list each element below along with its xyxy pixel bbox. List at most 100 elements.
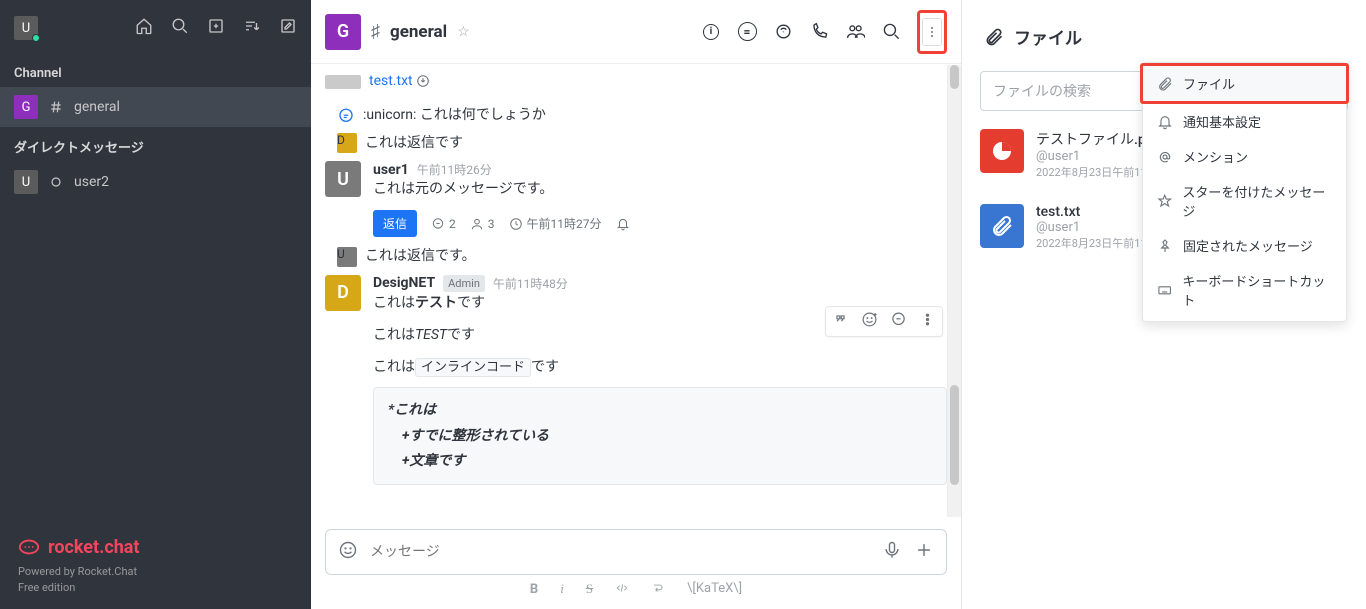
message-time: 午前11時48分 <box>493 275 568 292</box>
reply-text: これは返信です。 <box>365 245 476 269</box>
message-user: user1 <box>373 162 409 178</box>
format-bar: B i S \[KaTeX\] <box>325 575 947 605</box>
sort-icon[interactable] <box>243 17 261 39</box>
file-link[interactable]: test.txt <box>369 73 413 89</box>
role-badge: Admin <box>443 275 485 292</box>
compose-box <box>325 529 947 575</box>
message: D DesigNETAdmin午前11時48分 これはテストです これはTEST… <box>325 275 947 379</box>
message-avatar: D <box>325 275 361 311</box>
self-avatar-letter: U <box>22 21 30 36</box>
reply-line: U これは返信です。 <box>325 245 947 269</box>
sidebar-item-label: user2 <box>74 174 109 190</box>
section-dm-header: ダイレクトメッセージ <box>0 127 311 162</box>
bell-icon[interactable] <box>616 217 630 231</box>
section-channel-header: Channel <box>0 56 311 87</box>
panel-header: ファイル <box>962 0 1366 65</box>
channel-header: G ♯ general ☆ i = <box>311 0 961 64</box>
files-panel: ファイル ファイルの検索 テストファイル.pptx @user1 2022年8月… <box>962 0 1366 609</box>
preformatted-block: *これは +すでに整形されている +文章です <box>373 387 947 485</box>
multiline-icon[interactable] <box>651 581 665 599</box>
katex-button[interactable]: \[KaTeX\] <box>687 581 742 599</box>
message-actions <box>825 306 943 337</box>
thread-link[interactable]: :unicorn: これは何でしょうか <box>363 104 546 128</box>
italic-button[interactable]: i <box>560 581 564 599</box>
sidebar-item-dm-user2[interactable]: U user2 <box>0 162 311 202</box>
kebab-dropdown: ファイル 通知基本設定 メンション スターを付けたメッセージ 固定されたメッセー… <box>1142 62 1347 322</box>
kebab-button[interactable] <box>922 18 942 46</box>
dropdown-keyboard[interactable]: キーボードショートカット <box>1143 263 1346 317</box>
dropdown-notifications[interactable]: 通知基本設定 <box>1143 104 1346 139</box>
download-icon[interactable] <box>416 74 430 88</box>
message-text: これはインラインコードです <box>373 356 947 380</box>
main-area: G ♯ general ☆ i = test.txt :unicorn: これは… <box>311 0 962 609</box>
message-time: 午前11時26分 <box>417 161 492 178</box>
status-offline-icon <box>48 174 64 190</box>
home-icon[interactable] <box>135 17 153 39</box>
message-user: DesigNET <box>373 275 435 291</box>
bold-button[interactable]: B <box>530 581 538 599</box>
brand-sub2: Free edition <box>18 580 293 595</box>
emoji-react-icon[interactable] <box>861 311 878 332</box>
thread-meta: 返信 2 3 午前11時27分 <box>325 210 947 237</box>
emoji-icon[interactable] <box>338 540 358 564</box>
dropdown-files[interactable]: ファイル <box>1143 66 1346 101</box>
file-thumb-txt-icon <box>980 204 1024 248</box>
rocketchat-logo-icon <box>18 536 40 558</box>
hash-icon: ♯ <box>371 21 380 42</box>
channel-avatar: G <box>325 14 361 50</box>
reply-avatar: U <box>337 247 357 267</box>
mic-icon[interactable] <box>882 540 902 564</box>
discussions-icon[interactable] <box>773 22 793 42</box>
phone-icon[interactable] <box>809 22 829 42</box>
message: U user1 午前11時26分 これは元のメッセージです。 <box>325 161 947 202</box>
dropdown-mentions[interactable]: メンション <box>1143 139 1346 174</box>
star-icon[interactable]: ☆ <box>457 24 470 40</box>
plus-icon[interactable] <box>914 540 934 564</box>
thread-reply-line: :unicorn: これは何でしょうか <box>325 104 947 128</box>
search-channel-icon[interactable] <box>881 22 901 42</box>
file-attachment-line: test.txt <box>325 70 947 94</box>
message-avatar: U <box>325 161 361 197</box>
dropdown-highlight: ファイル <box>1140 63 1349 104</box>
self-avatar[interactable]: U <box>14 16 38 40</box>
threads-icon[interactable]: = <box>737 22 757 42</box>
sidebar-item-label: general <box>74 99 120 115</box>
quote-icon[interactable] <box>832 311 849 332</box>
reply-button[interactable]: 返信 <box>373 210 417 237</box>
channel-chip: G <box>14 95 38 119</box>
directory-icon[interactable] <box>207 17 225 39</box>
dropdown-starred[interactable]: スターを付けたメッセージ <box>1143 174 1346 228</box>
thread-participants: 3 <box>470 217 495 231</box>
members-icon[interactable] <box>845 22 865 42</box>
code-icon[interactable] <box>615 581 629 599</box>
sidebar-top: U <box>0 0 311 56</box>
reply-text: これは返信です <box>365 132 463 156</box>
search-icon[interactable] <box>171 17 189 39</box>
avatar-placeholder <box>325 75 361 89</box>
reply-line: D これは返信です <box>325 132 947 156</box>
thread-last-reply: 午前11時27分 <box>509 215 602 232</box>
dm-chip: U <box>14 170 38 194</box>
brand-sub1: Powered by Rocket.Chat <box>18 564 293 579</box>
clip-icon <box>984 27 1004 47</box>
reply-avatar: D <box>337 133 357 153</box>
sidebar-item-general[interactable]: G general <box>0 87 311 127</box>
more-icon[interactable] <box>919 311 936 332</box>
info-icon[interactable]: i <box>701 22 721 42</box>
strike-button[interactable]: S <box>586 581 593 599</box>
sidebar: U Channel G general ダイレクトメッセージ U user2 r… <box>0 0 311 609</box>
channel-title: general <box>390 22 447 42</box>
thread-bubble-icon <box>337 107 355 125</box>
panel-title: ファイル <box>1014 24 1082 49</box>
message-input[interactable] <box>370 544 870 560</box>
dropdown-pinned[interactable]: 固定されたメッセージ <box>1143 228 1346 263</box>
presence-dot-icon <box>32 34 40 42</box>
compose-icon[interactable] <box>279 17 297 39</box>
thread-icon[interactable] <box>890 311 907 332</box>
file-thumb-pptx-icon <box>980 129 1024 173</box>
brand-footer: rocket.chat Powered by Rocket.Chat Free … <box>0 522 311 609</box>
message-text: これは元のメッセージです。 <box>373 178 947 202</box>
brand-name: rocket.chat <box>48 537 140 558</box>
message-list: test.txt :unicorn: これは何でしょうか D これは返信です U… <box>311 64 961 519</box>
thread-replies: 2 <box>431 217 456 231</box>
